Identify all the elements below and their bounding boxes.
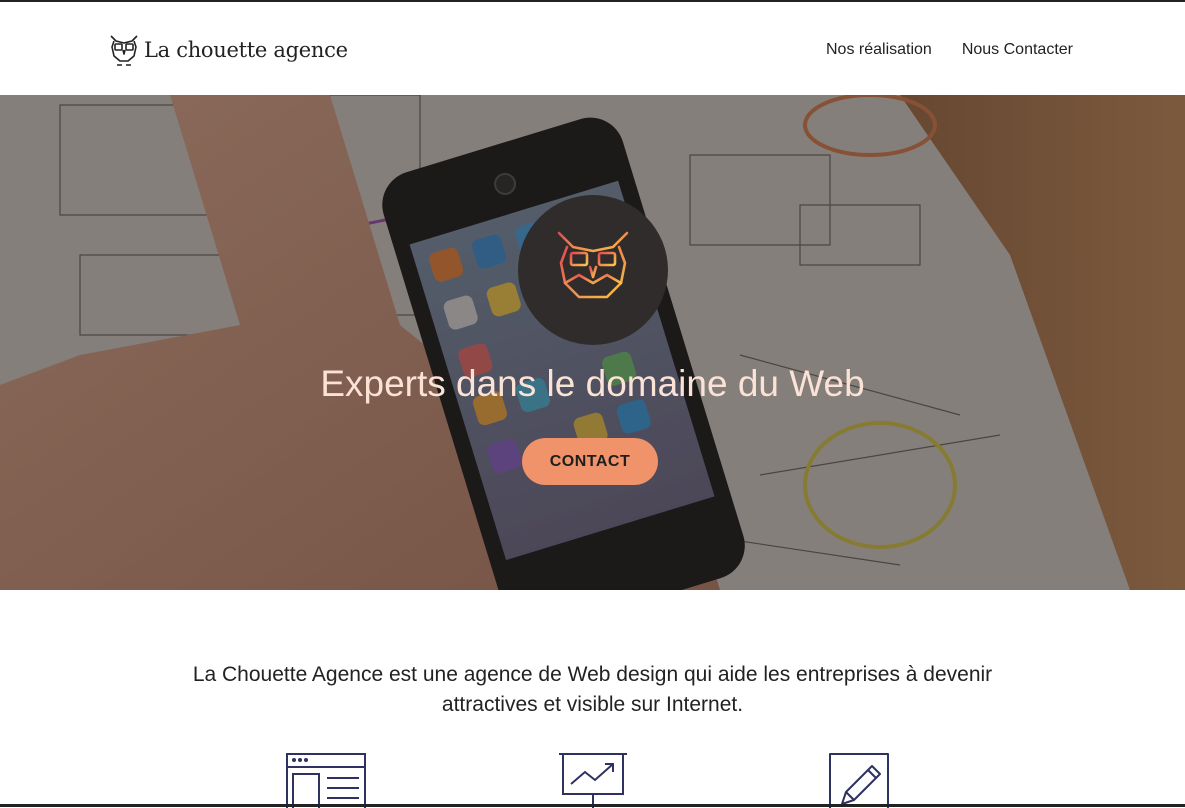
nav-link-contact[interactable]: Nous Contacter [962,41,1073,59]
brand-name: La chouette agence [144,38,348,62]
main-nav: Nos réalisation Nous Contacter [796,41,1073,59]
nav-link-realisations[interactable]: Nos réalisation [826,41,932,59]
hero-title: Experts dans le domaine du Web [320,363,865,404]
hero-banner: Experts dans le domaine du Web CONTACT [0,95,1185,590]
pencil-edit-icon [829,753,889,808]
contact-button[interactable]: CONTACT [522,438,658,485]
owl-gradient-icon [557,231,629,311]
presentation-chart-icon [559,753,627,808]
intro-text: La Chouette Agence est une agence de Web… [192,663,993,716]
owl-logo-icon [110,35,138,66]
hero-logo-badge [518,195,668,345]
brand-logo-link[interactable]: La chouette agence [108,32,348,68]
site-header: La chouette agence Nos réalisation Nous … [0,2,1185,95]
web-layout-icon [286,753,366,808]
